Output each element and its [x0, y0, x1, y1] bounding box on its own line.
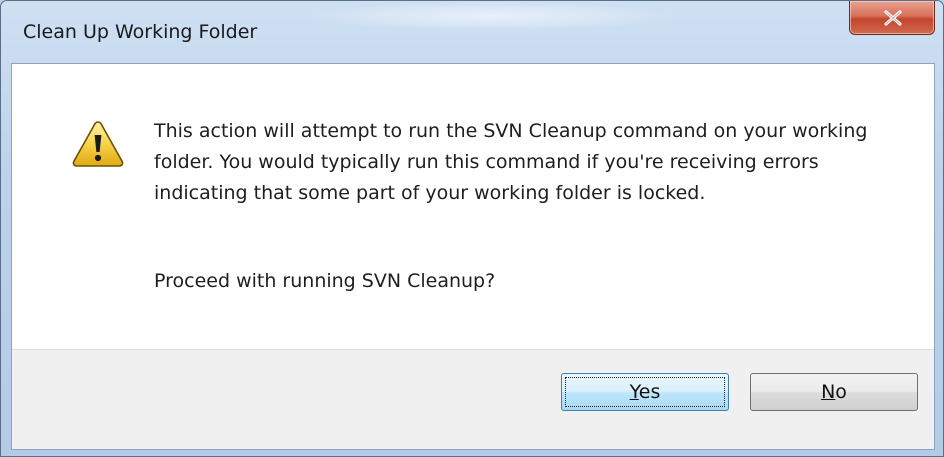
yes-button[interactable]: Yes [561, 373, 729, 411]
close-icon [884, 10, 902, 26]
window-title: Clean Up Working Folder [23, 21, 258, 43]
message-text: This action will attempt to run the SVN … [154, 120, 868, 204]
yes-label-rest: es [638, 381, 661, 403]
no-label-rest: o [835, 381, 847, 403]
title-bar[interactable]: Clean Up Working Folder [1, 1, 943, 63]
yes-accelerator: Y [629, 381, 639, 403]
dialog-question: Proceed with running SVN Cleanup? [154, 270, 496, 292]
warning-icon [72, 121, 124, 167]
dialog-message: This action will attempt to run the SVN … [154, 116, 894, 209]
no-button[interactable]: No [750, 373, 918, 411]
dialog-window: Clean Up Working Folder This action will… [0, 0, 944, 457]
no-accelerator: N [821, 381, 836, 403]
yes-button-label: Yes [630, 381, 661, 403]
title-bar-glare [301, 1, 681, 31]
no-button-label: No [821, 381, 847, 403]
close-button[interactable] [849, 1, 935, 35]
message-area: This action will attempt to run the SVN … [12, 64, 934, 349]
dialog-client-area: This action will attempt to run the SVN … [11, 63, 935, 450]
